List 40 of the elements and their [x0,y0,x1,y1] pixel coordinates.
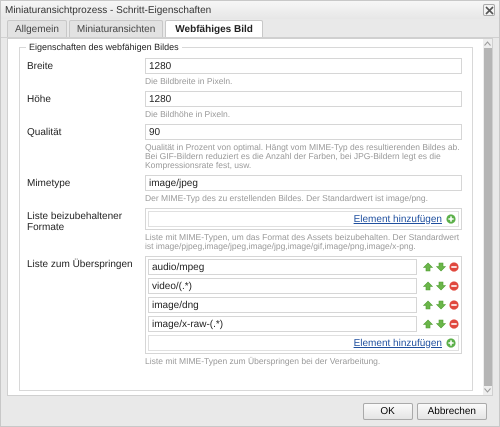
scroll-down-icon[interactable] [484,388,491,393]
field-label: Breite [27,60,54,74]
input-field[interactable]: video/(.*) [148,278,417,294]
dialog-button[interactable]: Abbrechen [416,402,487,420]
remove-icon[interactable] [449,319,459,329]
input-field[interactable]: 90 [145,124,462,140]
add-icon[interactable] [446,214,456,224]
input-field[interactable]: image/dng [148,297,417,313]
help-text: Die Bildhöhe in Pixeln. [145,108,232,121]
scrollbar[interactable] [483,39,492,395]
help-text: Die Bildbreite in Pixeln. [145,75,234,88]
help-text: Liste mit MIME-Typen, um das Format des Assets beizubehalten. Der Standardwert ist image/pjpeg,image/jpeg,image/jpg,image/gif,image/png,image/x-png. [145,231,460,253]
dialog-button[interactable]: OK [362,402,413,420]
remove-icon[interactable] [449,262,459,272]
help-text: Der MIME-Typ des zu erstellenden Bildes. Der Standardwert ist image/png. [145,192,429,205]
input-field[interactable]: 1280 [145,58,462,74]
fieldset-legend: Eigenschaften des webfähigen Bildes [26,42,182,52]
field-label: Mimetype [27,177,72,191]
tab[interactable]: Miniaturansichten [68,20,164,37]
add-icon[interactable] [446,338,456,348]
tab[interactable]: Allgemein [7,20,67,37]
field-label: Liste zum Überspringen [27,258,134,272]
remove-icon[interactable] [449,300,459,310]
field-label: Höhe [27,93,52,107]
window-title: Miniaturansichtprozess - Schritt-Eigenschaften [5,4,212,16]
field-label: Qualität [27,126,62,140]
remove-icon[interactable] [449,281,459,291]
input-field[interactable]: image/jpeg [145,175,462,191]
add-element-link[interactable]: Element hinzufügen [354,214,442,224]
help-text: Liste mit MIME-Typen zum Überspringen bei der Verarbeitung. [145,355,382,368]
tab[interactable]: Webfähiges Bild [165,20,263,37]
add-element-link[interactable]: Element hinzufügen [354,338,442,348]
scroll-up-icon[interactable] [484,41,491,46]
help-text: Qualität in Prozent von optimal. Hängt vom MIME-Typ des resultierenden Bildes ab. Bei GIF-Bildern reduziert es die Anzahl der Farben, bei JPG-Bildern legt es die Kompressionsrate fest, usw. [145,141,461,172]
input-field[interactable]: image/x-raw-(.*) [148,316,417,332]
close-button[interactable] [483,4,495,16]
close-icon [484,6,494,14]
input-field[interactable]: audio/mpeg [148,259,417,275]
field-label: Liste beizubehaltener Formate [27,210,124,235]
input-field[interactable]: 1280 [145,91,462,107]
